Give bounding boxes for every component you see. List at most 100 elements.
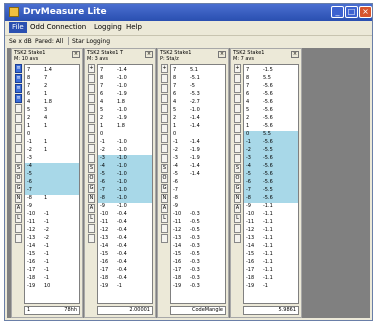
list-item[interactable]: 4 -5.6 (245, 99, 297, 106)
list-item[interactable]: -19 -0.3 (172, 283, 224, 290)
panel-side-button[interactable]: G (88, 184, 95, 193)
list-item[interactable]: -5 -1.0 (99, 171, 151, 178)
list-item[interactable]: -3 -1.9 (172, 155, 224, 162)
panel-side-button[interactable] (234, 114, 241, 123)
list-item[interactable]: -9 -1.0 (99, 203, 151, 210)
panel-side-button[interactable]: L (15, 214, 22, 223)
panel-side-button[interactable]: N (88, 194, 95, 203)
list-item[interactable]: -6 (172, 179, 224, 186)
panel-side-button[interactable]: ≡ (15, 64, 22, 73)
list-item[interactable]: -6 -1.0 (99, 179, 151, 186)
list-item[interactable]: 5 -1.0 (172, 107, 224, 114)
panel-side-button[interactable]: L (161, 214, 168, 223)
panel-side-button[interactable] (88, 134, 95, 143)
toolbar-start-logging-button[interactable]: Star Logging (72, 37, 110, 46)
list-item[interactable]: -1 1 (26, 139, 78, 146)
panel-side-button[interactable]: O (15, 174, 22, 183)
list-item[interactable]: 6 -5.6 (245, 91, 297, 98)
panel-side-button[interactable] (88, 104, 95, 113)
panel-side-button[interactable]: A (88, 204, 95, 213)
panel-side-button[interactable] (15, 124, 22, 133)
list-item[interactable]: 0 (172, 131, 224, 138)
list-item[interactable]: 2 -1.9 (99, 115, 151, 122)
list-item[interactable]: -14 -1 (26, 243, 78, 250)
list-item[interactable]: -17 -0.4 (99, 267, 151, 274)
list-item[interactable]: 2 -5.6 (245, 115, 297, 122)
list-item[interactable]: -2 -1.0 (99, 147, 151, 154)
list-item[interactable]: -10 -1.1 (245, 211, 297, 218)
panel-side-button[interactable] (234, 234, 241, 243)
panel-side-button[interactable]: G (161, 184, 168, 193)
list-item[interactable]: -5 -5.6 (245, 171, 297, 178)
panel-side-button[interactable]: + (234, 64, 241, 73)
list-item[interactable]: -12 -0.5 (172, 227, 224, 234)
list-item[interactable]: 7 -1.0 (99, 83, 151, 90)
list-item[interactable]: -4 -1.0 (99, 163, 151, 170)
panel-side-button[interactable] (15, 114, 22, 123)
list-item[interactable]: 72 (26, 83, 78, 90)
list-item[interactable]: 8 -5.1 (172, 75, 224, 82)
panel-value-list[interactable]: 7 1.4 8 7 7 2 6 1 4 1.8 5 3 2 4 1 1 0 -1 1 -2 1 -3 -4 -5 -6 -7 -8 1… (24, 64, 80, 304)
panel-side-button[interactable] (88, 154, 95, 163)
list-item[interactable]: -11 -0.4 (99, 219, 151, 226)
list-item[interactable]: 8 -1.0 (99, 75, 151, 82)
panel-side-button[interactable] (234, 224, 241, 233)
panel-close-icon[interactable]: × (145, 51, 153, 58)
list-item[interactable]: -7 -5.5 (245, 187, 297, 194)
list-item[interactable]: -8 -1.0 (99, 195, 151, 202)
panel-side-button[interactable]: L (234, 214, 241, 223)
list-item[interactable]: -12 -1.1 (245, 227, 297, 234)
list-item[interactable]: 4 1.8 (26, 99, 78, 106)
panel-side-button[interactable]: N (234, 194, 241, 203)
toolbar-setdb-button[interactable]: Se x dB (9, 37, 32, 46)
panel-side-button[interactable] (234, 124, 241, 133)
panel-side-button[interactable] (15, 104, 22, 113)
panel-side-button[interactable]: O (88, 174, 95, 183)
panel-value-list[interactable]: 7 -1.5 8 5.5 7 -5.6 6 -5.6 4 -5.6 5 -5.6 2 -5.6 1 -5.6 0… (243, 64, 299, 304)
list-item[interactable]: -16 -1.1 (245, 259, 297, 266)
panel-side-button[interactable]: A (234, 204, 241, 213)
list-item[interactable]: -19 -1 (99, 283, 151, 290)
list-item[interactable]: -19 -1 (245, 283, 297, 290)
list-item[interactable]: 11 (26, 123, 78, 130)
panel-side-button[interactable] (234, 134, 241, 143)
toolbar-pared-button[interactable]: Pared: All (35, 37, 63, 46)
list-item[interactable]: -2 -1.9 (172, 147, 224, 154)
list-item[interactable]: -9 (172, 203, 224, 210)
title-bar[interactable]: DrvMeasure Lite _ □ × (5, 4, 372, 21)
panel-side-button[interactable] (161, 74, 168, 83)
panel-side-button[interactable]: S (161, 164, 168, 173)
list-item[interactable]: -16 -1 (26, 259, 78, 266)
panel-side-button[interactable]: N (161, 194, 168, 203)
list-item[interactable]: 87 (26, 75, 78, 82)
panel-side-button[interactable] (161, 114, 168, 123)
panel-side-button[interactable] (15, 234, 22, 243)
panel-close-icon[interactable]: × (72, 51, 80, 58)
panel-side-button[interactable]: S (234, 164, 241, 173)
list-item[interactable]: -17 -1.1 (245, 267, 297, 274)
list-item[interactable]: -14 -1.1 (245, 243, 297, 250)
panel-side-button[interactable]: O (234, 174, 241, 183)
panel-side-button[interactable]: + (88, 64, 95, 73)
panel-side-button[interactable] (234, 144, 241, 153)
list-item[interactable]: -5 -1.4 (172, 171, 224, 178)
menu-logging[interactable]: Logging (91, 22, 125, 33)
panel-side-button[interactable]: S (15, 164, 22, 173)
list-item[interactable]: 1 -5.6 (245, 123, 297, 130)
list-item[interactable]: -1 -1.0 (99, 139, 151, 146)
panel-side-button[interactable] (88, 114, 95, 123)
panel-side-button[interactable] (161, 124, 168, 133)
panel-side-button[interactable] (161, 134, 168, 143)
panel-side-button[interactable]: ≡ (15, 84, 22, 93)
maximize-button[interactable]: □ (345, 6, 358, 18)
menu-odd-connection[interactable]: Odd Connection (27, 22, 89, 33)
list-item[interactable]: -9 (26, 203, 78, 210)
list-item[interactable]: 7 5.1 (172, 67, 224, 74)
list-item[interactable]: -1 -5.6 (245, 139, 297, 146)
list-item[interactable]: -10 -0.4 (99, 211, 151, 218)
panel-side-button[interactable] (161, 234, 168, 243)
list-item[interactable]: 5 -5.6 (245, 107, 297, 114)
list-item[interactable]: -19 10 (26, 283, 78, 290)
list-item[interactable]: -7 (172, 187, 224, 194)
panel-side-button[interactable]: L (88, 214, 95, 223)
